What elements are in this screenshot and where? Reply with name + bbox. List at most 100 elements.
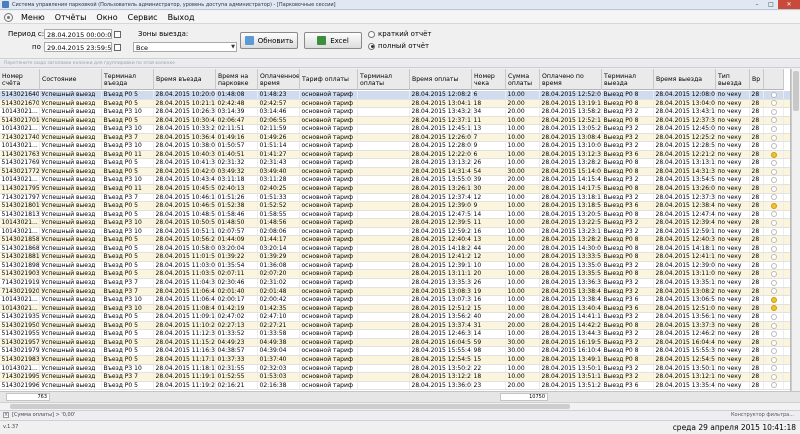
close-button[interactable]: ✕ (778, 0, 800, 9)
table-row[interactable]: 10143021... Успешный выезд Въезд Р3 10 28.0… (0, 304, 790, 314)
cell-exit-type: по чеку (716, 313, 750, 321)
radio-full-report[interactable]: полный отчёт (368, 42, 429, 50)
column-header-time[interactable]: Вр (750, 69, 764, 90)
column-header-account[interactable]: Номер счёта (0, 69, 40, 90)
cell-receipt-number: 9 (472, 202, 506, 210)
column-header-receipt-number[interactable]: Номер чека (472, 69, 506, 90)
vertical-scrollbar[interactable] (791, 69, 800, 391)
table-row[interactable]: 51430217698 Успешный выезд Въезд Р0 5 28.04… (0, 159, 790, 168)
table-row[interactable]: 51430219572 Успешный выезд Въезд Р0 5 28.04… (0, 338, 790, 348)
cell-entry-terminal: Въезд Р0 5 (102, 244, 154, 253)
table-row[interactable]: 51430219034 Успешный выезд Въезд Р0 5 28.04… (0, 270, 790, 280)
table-row[interactable]: 10143021... Успешный выезд Въезд Р3 10 28.0… (0, 108, 790, 117)
active-filter-text[interactable]: [Сумма оплаты] > '0,00' (12, 412, 75, 418)
column-header-payment-time[interactable]: Время оплаты (410, 69, 472, 90)
cell-payment-terminal (358, 244, 410, 253)
cell-state-icon (764, 108, 784, 116)
table-row[interactable]: 71430217407 Успешный выезд Въезд Р3 7 28.04… (0, 133, 790, 143)
period-from-input[interactable]: 28.04.2015 00:00:00 (44, 29, 112, 39)
cell-exit-terminal: Выезд Р3 2 (602, 287, 654, 296)
cell-payment-terminal (358, 296, 410, 304)
table-row[interactable]: 51430216400 Успешный выезд Въезд Р0 5 28.04… (0, 91, 790, 100)
table-row[interactable]: 10143021... Успешный выезд Въезд Р3 10 28.0… (0, 176, 790, 186)
table-row[interactable]: 51430217724 Успешный выезд Въезд Р0 5 28.04… (0, 167, 790, 177)
cell-entry-terminal: Въезд Р0 5 (102, 270, 154, 279)
column-header-parking-time[interactable]: Время на парковке (216, 69, 258, 90)
scroll-thumb[interactable] (10, 404, 570, 409)
table-row[interactable]: 51430217017 Успешный выезд Въезд Р0 5 28.04… (0, 116, 790, 126)
table-row[interactable]: 10143021... Успешный выезд Въезд Р3 10 28.0… (0, 296, 790, 305)
filter-builder-button[interactable]: Конструктор фильтра... (731, 412, 794, 418)
table-row[interactable]: 51430218016 Успешный выезд Въезд Р0 5 28.04… (0, 202, 790, 211)
zones-select[interactable]: Все ▼ (133, 42, 237, 52)
cell-receipt-number: 23 (472, 381, 506, 390)
table-row[interactable]: 71430219957 Успешный выезд Въезд Р3 7 28.04… (0, 373, 790, 382)
cell-receipt-number: 18 (472, 373, 506, 381)
cell-paid-until: 28.04.2015 13:50:17 (541, 364, 602, 373)
table-row[interactable]: 71430217972 Успешный выезд Въезд Р3 7 28.04… (0, 193, 790, 203)
column-header-payment-amount[interactable]: Сумма оплаты (506, 69, 540, 90)
table-row[interactable]: 10143021... Успешный выезд Въезд Р3 10 28.0… (0, 219, 790, 228)
table-row[interactable]: 71430219206 Успешный выезд Въезд Р3 7 28.04… (0, 287, 790, 297)
refresh-button[interactable]: Обновить (240, 32, 298, 49)
table-row[interactable]: 11430217950 Успешный выезд Въезд Р0 11 28.0… (0, 185, 790, 194)
maximize-button[interactable]: □ (764, 0, 778, 9)
table-row[interactable]: 10143021... Успешный выезд Въезд Р3 10 28.0… (0, 364, 790, 374)
column-header-status[interactable]: Состояние (40, 69, 102, 90)
calendar-icon[interactable] (114, 31, 121, 38)
period-to-input[interactable]: 29.04.2015 23:59:59 (44, 42, 112, 52)
table-row[interactable]: 11430217635 Успешный выезд Въезд Р0 11 28.0… (0, 150, 790, 160)
horizontal-scrollbar[interactable] (0, 402, 800, 410)
cell-exit-terminal: Выезд Р3 2 (602, 193, 654, 202)
cell-state-icon (764, 210, 784, 219)
cell-parking-time: 02:31:32 (216, 159, 258, 167)
column-header-exit-type[interactable]: Тип выезда (716, 69, 750, 90)
cell-exit-time: 28.04.2015 13:12:12 (655, 373, 716, 381)
cell-payment-time: 28.04.2015 12:45:12 (411, 125, 472, 133)
cell-status: Успешный выезд (40, 381, 102, 390)
excel-button[interactable]: Excel (304, 32, 362, 49)
table-row[interactable]: 10143021... Успешный выезд Въезд Р3 10 28.0… (0, 142, 790, 151)
cell-payment-amount: 20.00 (506, 321, 540, 330)
column-header-paid-until[interactable]: Оплачено по время (540, 69, 602, 90)
minimize-button[interactable]: – (750, 0, 764, 9)
table-row[interactable]: 51430218135 Успешный выезд Въезд Р0 5 28.04… (0, 210, 790, 220)
table-row[interactable]: 51430218588 Успешный выезд Въезд Р0 5 28.04… (0, 236, 790, 245)
calendar-icon[interactable] (114, 44, 121, 51)
column-header-state-icon[interactable] (764, 69, 784, 90)
table-row[interactable]: 51430219837 Успешный выезд Въезд Р0 5 28.04… (0, 355, 790, 365)
scroll-thumb[interactable] (793, 71, 799, 111)
column-header-payment-terminal[interactable]: Терминал оплаты (358, 69, 410, 90)
table-row[interactable]: 51430216705 Успешный выезд Въезд Р0 5 28.04… (0, 99, 790, 109)
column-header-exit-time[interactable]: Время выезда (654, 69, 716, 90)
cell-receipt-number: 11 (472, 219, 506, 227)
menu-item-menu[interactable]: Меню (16, 11, 50, 24)
radio-short-report[interactable]: краткий отчёт (368, 30, 431, 38)
table-row[interactable]: 51430219352 Успешный выезд Въезд Р0 5 28.04… (0, 313, 790, 322)
table-row[interactable]: 51430218989 Успешный выезд Въезд Р0 5 28.04… (0, 261, 790, 271)
cell-payment-time: 28.04.2015 13:12:20 (411, 373, 472, 381)
column-header-entry-terminal[interactable]: Терминал въезда (102, 69, 154, 90)
table-row[interactable]: 51430218687 Успешный выезд Въезд Р0 5 28.04… (0, 244, 790, 254)
cell-exit-time: 28.04.2015 14:18:11 (655, 244, 716, 253)
cell-account: 10143021... (0, 219, 40, 227)
table-row[interactable]: 51430219505 Успешный выезд Въезд Р0 5 28.04… (0, 321, 790, 331)
menu-item-reports[interactable]: Отчёты (50, 11, 92, 24)
column-header-tariff[interactable]: Тариф оплаты (300, 69, 358, 90)
cell-exit-terminal: Выезд Р0 8 (602, 91, 654, 99)
menu-item-service[interactable]: Сервис (123, 11, 163, 24)
menu-item-exit[interactable]: Выход (163, 11, 200, 24)
table-row[interactable]: 10143021... Успешный выезд Въезд Р3 10 28.0… (0, 227, 790, 237)
table-row[interactable]: 10143021... Успешный выезд Въезд Р3 10 28.0… (0, 125, 790, 134)
table-row[interactable]: 51430219796 Успешный выезд Въезд Р0 5 28.04… (0, 347, 790, 356)
column-header-paid-time[interactable]: Оплаченное время (258, 69, 300, 90)
table-row[interactable]: 51430219556 Успешный выезд Въезд Р0 5 28.04… (0, 330, 790, 339)
clear-filter-icon[interactable]: × (3, 412, 9, 418)
menu-item-window[interactable]: Окно (91, 11, 122, 24)
column-header-entry-time[interactable]: Время въезда (154, 69, 216, 90)
table-row[interactable]: 51430218816 Успешный выезд Въезд Р0 5 28.04… (0, 253, 790, 262)
table-row[interactable]: 51430219967 Успешный выезд Въезд Р0 5 28.04… (0, 381, 790, 391)
cell-payment-terminal (358, 99, 410, 108)
table-row[interactable]: 71430219193 Успешный выезд Въезд Р3 7 28.04… (0, 279, 790, 288)
column-header-exit-terminal[interactable]: Терминал выезда (602, 69, 654, 90)
